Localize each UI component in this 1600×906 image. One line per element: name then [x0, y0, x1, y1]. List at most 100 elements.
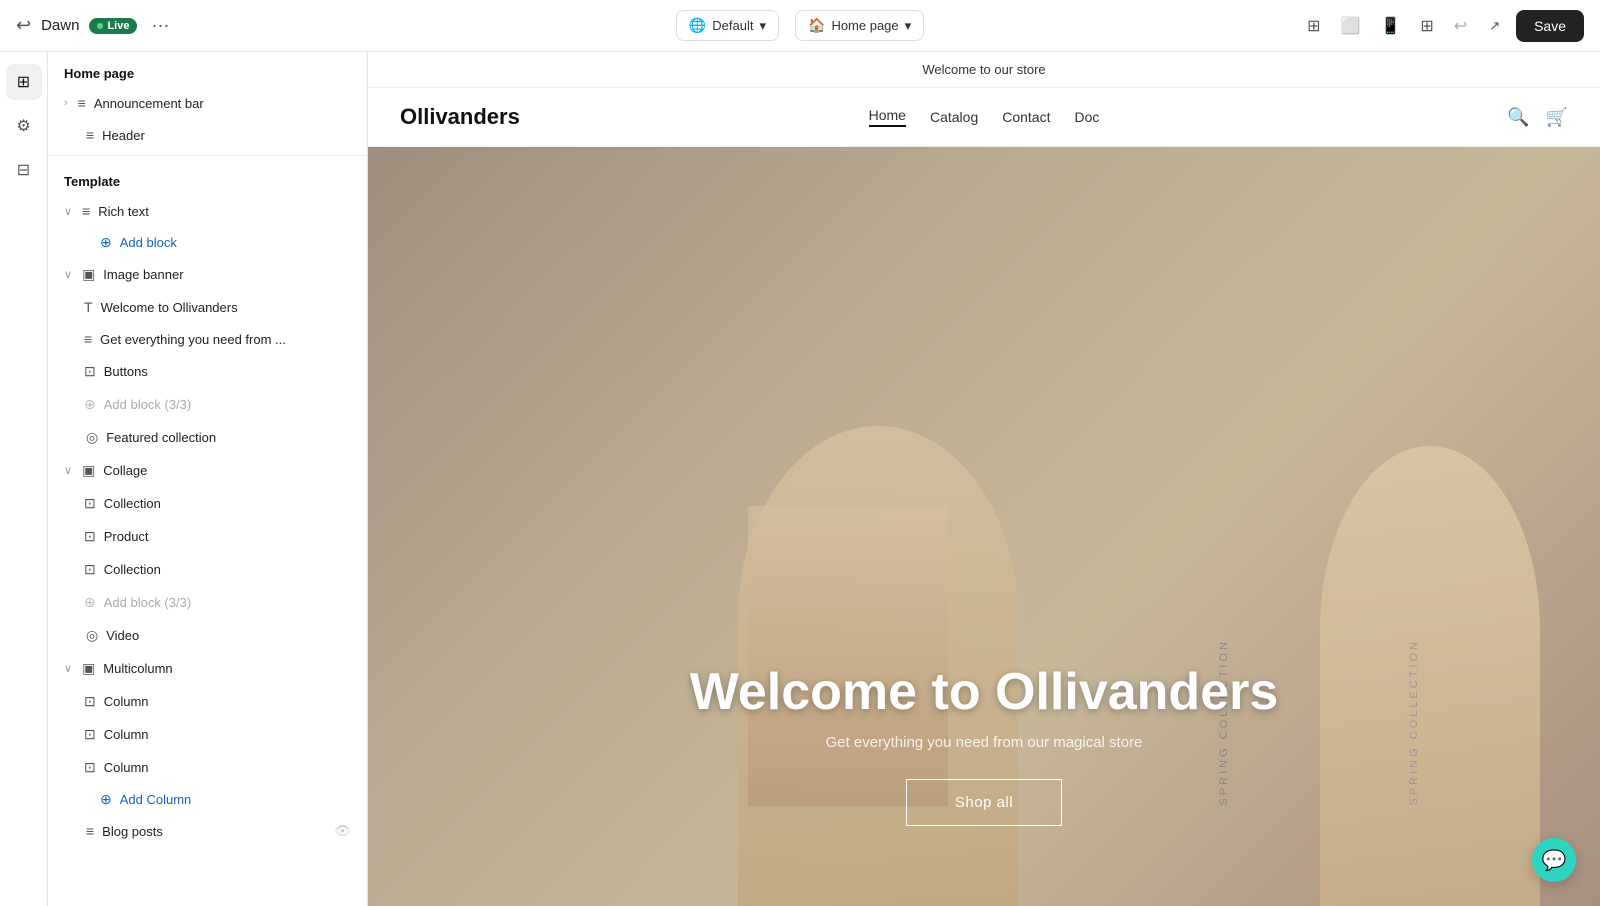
multicolumn-label: Multicolumn	[103, 661, 351, 676]
app-name: Dawn	[41, 17, 79, 34]
settings-icon-button[interactable]: ⚙	[6, 108, 42, 144]
sidebar-item-collection-2[interactable]: ⊡ Collection	[48, 553, 367, 586]
tablet-view-button[interactable]: ⬜	[1335, 10, 1367, 42]
collage-icon: ▣	[82, 462, 95, 479]
sidebar-item-header[interactable]: ≡ Header	[48, 119, 367, 151]
announcement-bar-icon: ≡	[78, 95, 86, 111]
sidebar-item-multicolumn[interactable]: ∨ ▣ Multicolumn	[48, 652, 367, 685]
add-block-image-banner-button: ⊕ Add block (3/3)	[48, 388, 367, 421]
sidebar-item-product[interactable]: ⊡ Product	[48, 520, 367, 553]
undo-button[interactable]: ↩	[1448, 10, 1473, 42]
arch-right	[1320, 446, 1540, 906]
store-logo: Ollivanders	[400, 104, 869, 130]
search-icon[interactable]: 🔍	[1507, 107, 1529, 128]
sidebar-item-rich-text[interactable]: ∨ ≡ Rich text	[48, 195, 367, 227]
sidebar-panel: Home page › ≡ Announcement bar ≡ Header …	[48, 52, 368, 906]
collection1-icon: ⊡	[84, 495, 96, 512]
shop-all-button[interactable]: Shop all	[906, 779, 1062, 826]
hero-section: SPRING COLLECTION SPRING COLLECTION Welc…	[368, 147, 1600, 906]
mobile-view-button[interactable]: 📱	[1374, 10, 1406, 42]
live-label: Live	[107, 20, 129, 32]
get-everything-label: Get everything you need from ...	[100, 332, 351, 347]
chevron-down-multicolumn: ∨	[64, 662, 72, 675]
sidebar-item-announcement-bar[interactable]: › ≡ Announcement bar	[48, 87, 367, 119]
column2-label: Column	[104, 727, 351, 742]
globe-icon: 🌐	[689, 17, 706, 34]
hero-subtitle: Get everything you need from our magical…	[690, 734, 1279, 751]
nav-link-home[interactable]: Home	[869, 107, 906, 127]
plus-circle-column-icon: ⊕	[100, 791, 112, 808]
add-column-button[interactable]: ⊕ Add Column	[48, 784, 367, 815]
sidebar-item-welcome-text[interactable]: T Welcome to Ollivanders	[48, 291, 367, 323]
sections-icon-button[interactable]: ⊞	[6, 64, 42, 100]
column2-icon: ⊡	[84, 726, 96, 743]
preview-area: Welcome to our store Ollivanders Home Ca…	[368, 52, 1600, 906]
nav-link-catalog[interactable]: Catalog	[930, 109, 978, 125]
live-badge: Live	[89, 18, 137, 34]
desktop-view-button[interactable]: ⊞	[1301, 10, 1326, 42]
sidebar-item-featured-collection[interactable]: ◎ Featured collection	[48, 421, 367, 454]
sidebar-item-column-3[interactable]: ⊡ Column	[48, 751, 367, 784]
sidebar-item-collage[interactable]: ∨ ▣ Collage	[48, 454, 367, 487]
featured-collection-label: Featured collection	[106, 430, 351, 445]
buttons-icon: ⊡	[84, 363, 96, 380]
blog-posts-label: Blog posts	[102, 824, 326, 839]
cart-icon[interactable]: 🛒	[1546, 107, 1568, 128]
save-button[interactable]: Save	[1516, 10, 1584, 42]
top-bar-left: ↩ Dawn Live ···	[16, 11, 664, 40]
nav-link-contact[interactable]: Contact	[1002, 109, 1050, 125]
page-selector[interactable]: 🏠 Home page ▾	[795, 10, 924, 41]
template-label: Template	[48, 160, 367, 195]
collection1-label: Collection	[104, 496, 351, 511]
sidebar-item-video[interactable]: ◎ Video	[48, 619, 367, 652]
sidebar-item-column-2[interactable]: ⊡ Column	[48, 718, 367, 751]
store-nav-icons: 🔍 🛒	[1099, 107, 1568, 128]
sidebar-item-blog-posts[interactable]: ≡ Blog posts 👁	[48, 815, 367, 847]
sidebar-item-buttons[interactable]: ⊡ Buttons	[48, 355, 367, 388]
default-label: Default	[712, 18, 753, 33]
hero-content: Welcome to Ollivanders Get everything yo…	[658, 662, 1311, 906]
plus-disabled-icon: ⊕	[84, 396, 96, 413]
video-label: Video	[106, 628, 351, 643]
sidebar-item-get-everything[interactable]: ≡ Get everything you need from ...	[48, 323, 367, 355]
default-selector[interactable]: 🌐 Default ▾	[676, 10, 779, 41]
sidebar-item-image-banner[interactable]: ∨ ▣ Image banner	[48, 258, 367, 291]
paragraph-icon: ≡	[84, 331, 92, 347]
sidebar-item-column-1[interactable]: ⊡ Column	[48, 685, 367, 718]
live-dot	[97, 23, 103, 29]
sidebar-item-collection-1[interactable]: ⊡ Collection	[48, 487, 367, 520]
nav-link-doc[interactable]: Doc	[1074, 109, 1099, 125]
column1-icon: ⊡	[84, 693, 96, 710]
add-block-collage-label: Add block (3/3)	[104, 595, 351, 610]
top-bar-center: 🌐 Default ▾ 🏠 Home page ▾	[676, 10, 924, 41]
home-icon: 🏠	[808, 17, 825, 34]
back-icon[interactable]: ↩	[16, 15, 31, 36]
add-block-rich-text-button[interactable]: ⊕ Add block	[48, 227, 367, 258]
page-label: Home page	[831, 18, 898, 33]
text-icon: T	[84, 299, 93, 315]
template-divider	[48, 155, 367, 156]
blocks-icon-button[interactable]: ⊟	[6, 152, 42, 188]
chat-bubble[interactable]: 💬	[1532, 838, 1576, 882]
welcome-text-label: Welcome to Ollivanders	[101, 300, 351, 315]
add-block-image-banner-label: Add block (3/3)	[104, 397, 351, 412]
chat-icon: 💬	[1542, 848, 1567, 873]
grid-view-button[interactable]: ⊞	[1414, 10, 1439, 42]
header-icon: ≡	[86, 127, 94, 143]
page-title: Home page	[48, 52, 367, 87]
video-icon: ◎	[86, 627, 98, 644]
top-bar-right: ⊞ ⬜ 📱 ⊞ ↩ ↗ Save	[936, 10, 1584, 42]
more-button[interactable]: ···	[147, 11, 173, 40]
image-banner-label: Image banner	[103, 267, 351, 282]
chevron-down-icon-banner: ∨	[64, 268, 72, 281]
rich-text-label: Rich text	[98, 204, 351, 219]
store-announcement: Welcome to our store	[368, 52, 1600, 88]
column1-label: Column	[104, 694, 351, 709]
cursor-label: ↗	[1481, 14, 1508, 38]
add-block-rich-text-label: Add block	[120, 235, 177, 250]
featured-collection-icon: ◎	[86, 429, 98, 446]
column3-icon: ⊡	[84, 759, 96, 776]
add-block-collage-button: ⊕ Add block (3/3)	[48, 586, 367, 619]
image-banner-icon: ▣	[82, 266, 95, 283]
hero-title: Welcome to Ollivanders	[690, 662, 1279, 722]
